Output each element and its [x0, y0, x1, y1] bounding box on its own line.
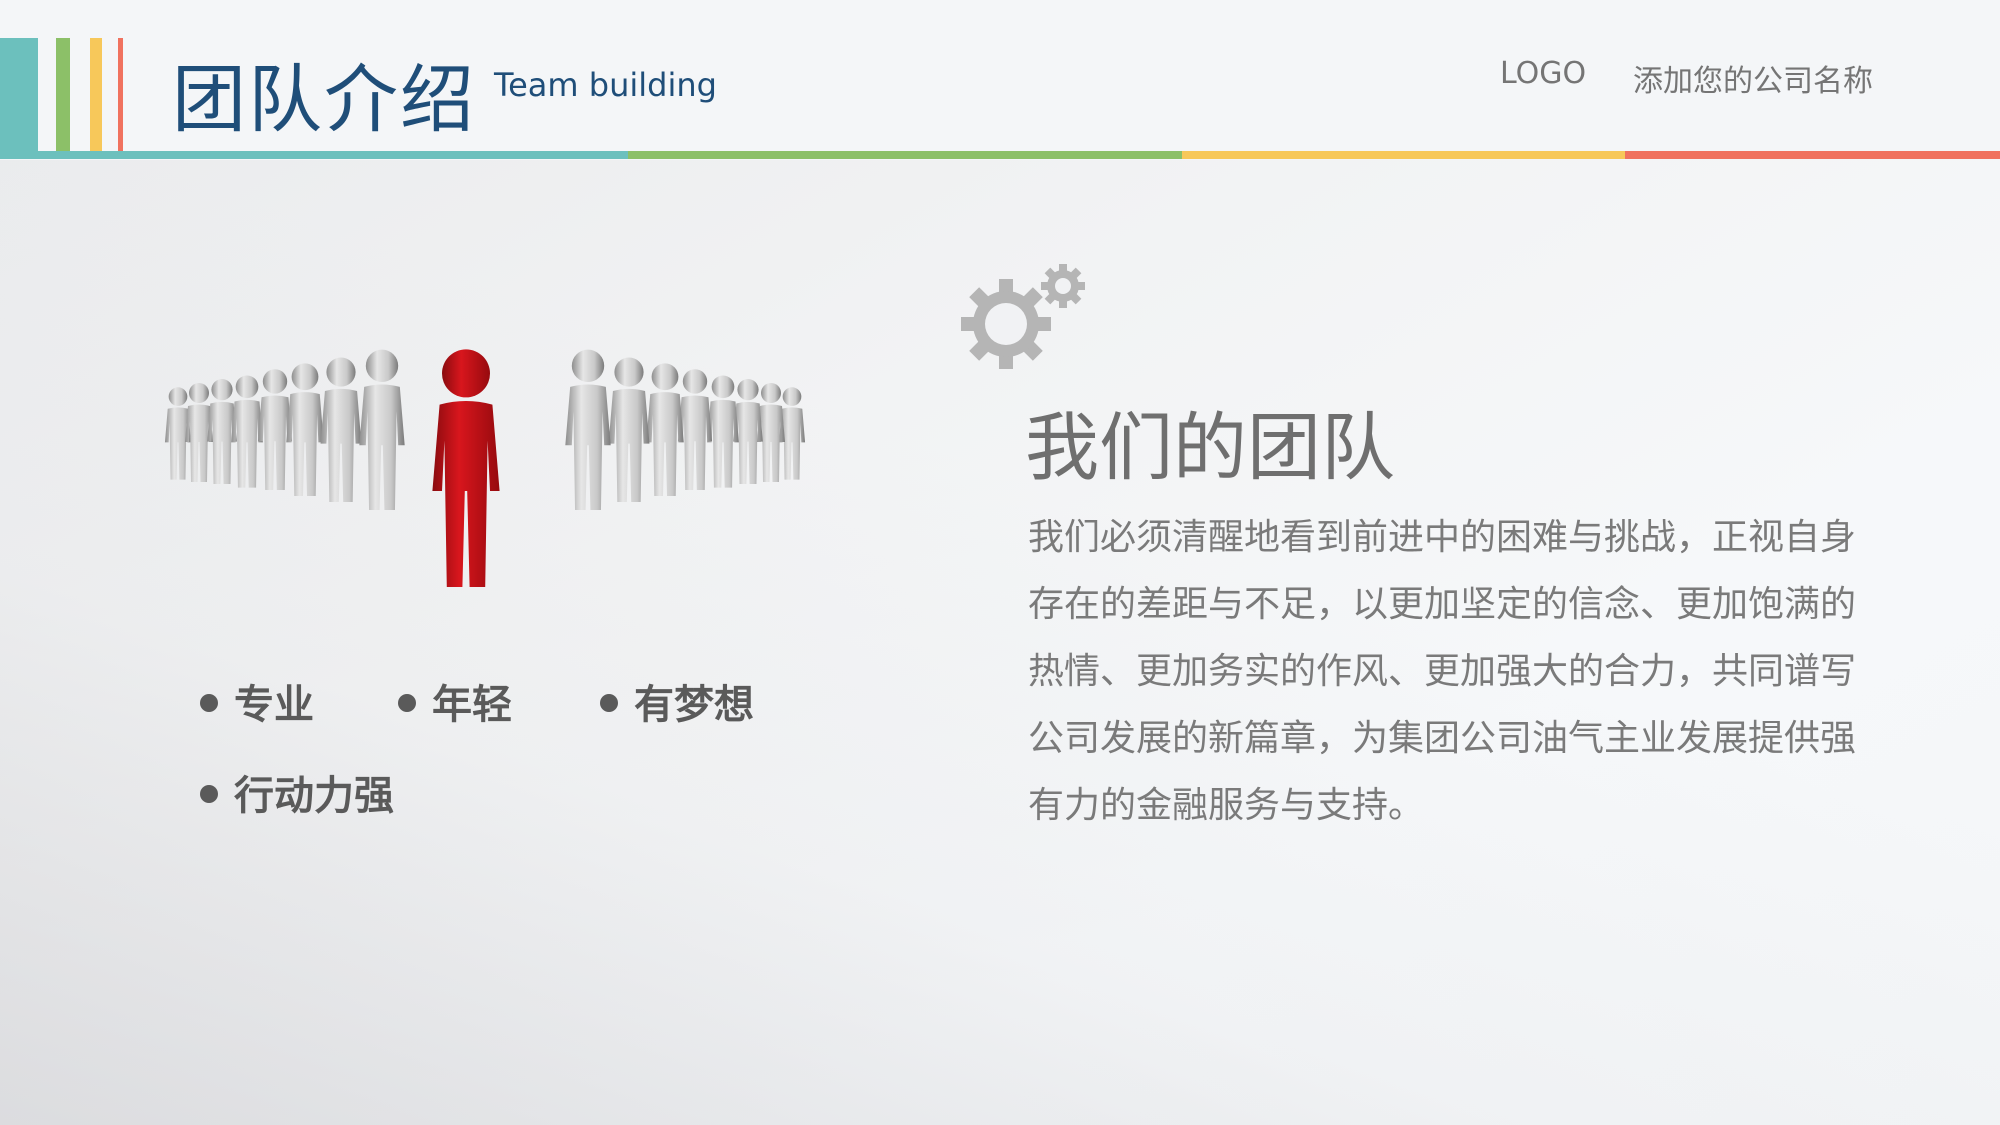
stripe-red: [1625, 151, 2000, 159]
red-leader-figure: [432, 349, 500, 587]
page-title: 团队介绍: [172, 57, 476, 143]
section-body: 我们必须清醒地看到前进中的困难与挑战，正视自身存在的差距与不足，以更加坚定的信念…: [1028, 517, 1857, 826]
tag-action: 行动力强: [200, 763, 394, 821]
accent-bar-teal: [0, 38, 38, 152]
bullet-dot: [398, 694, 416, 712]
tag-professional: 专业: [200, 672, 314, 730]
bullet-dot: [200, 785, 218, 803]
header-bar: 团队介绍 Team building LOGO 添加您的公司名称: [0, 0, 2000, 160]
slide: 团队介绍 Team building LOGO 添加您的公司名称 专业 年轻 有…: [0, 0, 2000, 1125]
accent-bar-green: [56, 38, 70, 152]
accent-bar-yellow: [90, 38, 102, 152]
gears-icon: [961, 264, 1085, 369]
company-name: 添加您的公司名称: [1633, 64, 1873, 99]
tag-dreams: 有梦想: [600, 672, 754, 730]
stripe-teal: [0, 151, 628, 159]
accent-bar-red: [118, 38, 123, 152]
tag-young: 年轻: [398, 672, 512, 730]
stripe-green: [628, 151, 1182, 159]
page-subtitle: Team building: [494, 66, 717, 104]
logo-placeholder: LOGO: [1500, 56, 1587, 91]
stripe-yellow: [1182, 151, 1625, 159]
bullet-dot: [600, 694, 618, 712]
team-leader-illustration: [164, 349, 806, 587]
section-title: 我们的团队: [1025, 405, 1395, 491]
bullet-dot: [200, 694, 218, 712]
